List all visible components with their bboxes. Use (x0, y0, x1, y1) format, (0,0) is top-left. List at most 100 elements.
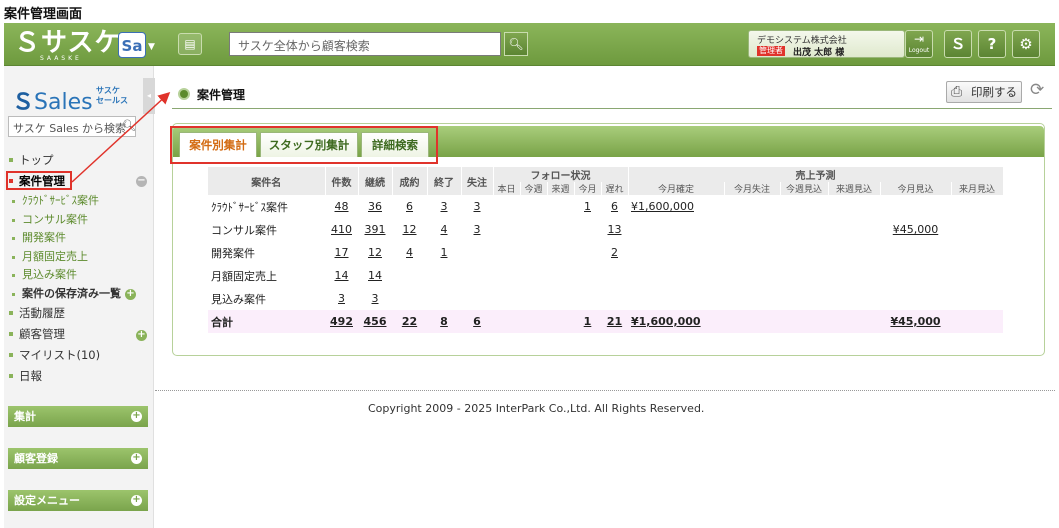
cell-today (493, 264, 520, 287)
search-icon[interactable]: 🔍︎ (504, 32, 528, 56)
expand-plus-icon[interactable]: + (136, 330, 147, 341)
cell-count[interactable]: 410 (325, 218, 358, 241)
sidebar-section-aggregate[interactable]: 集計 + (8, 406, 148, 427)
cell-next-week-est (828, 264, 880, 287)
sidebar-item-mylist[interactable]: マイリスト(10) (4, 345, 154, 366)
cell-next-week-est (828, 310, 880, 333)
cell-closed[interactable]: 3 (427, 195, 461, 218)
cell-next-week (547, 218, 574, 241)
printer-icon: ⎙ (951, 84, 963, 100)
sidebar-subitem[interactable]: 月額固定売上 (4, 248, 154, 267)
bullet-icon (9, 158, 13, 162)
tab-staff-summary[interactable]: スタッフ別集計 (260, 132, 358, 157)
bullet-icon (9, 179, 13, 183)
sidebar-subitem-label: コンサル案件 (22, 212, 88, 226)
cell-won[interactable]: 4 (392, 241, 427, 264)
sidebar-subitem[interactable]: 見込み案件 (4, 266, 154, 285)
sales-logo[interactable]: ＳSales (12, 84, 93, 116)
chevron-down-icon[interactable]: ▼ (148, 42, 155, 52)
cell-count[interactable]: 3 (325, 287, 358, 310)
cell-late[interactable]: 2 (601, 241, 628, 264)
expand-plus-icon[interactable]: + (125, 288, 136, 300)
cell-count[interactable]: 17 (325, 241, 358, 264)
cell-late[interactable]: 6 (601, 195, 628, 218)
admin-badge: 管理者 (757, 46, 785, 56)
row-name: ｸﾗｳﾄﾞｻｰﾋﾞｽ案件 (211, 200, 288, 214)
sidebar-item-top[interactable]: トップ (4, 150, 154, 171)
cell-month-est[interactable]: ¥45,000 (880, 310, 951, 333)
tab-advanced-search[interactable]: 詳細検索 (361, 132, 429, 157)
sidebar-subitem-label: 開発案件 (22, 231, 66, 244)
cell-ongoing[interactable]: 36 (358, 195, 392, 218)
cell-lost[interactable]: 3 (461, 218, 493, 241)
saaske-s-icon[interactable]: Ｓ (944, 30, 972, 58)
chat-icon[interactable]: ▤ (178, 33, 202, 55)
cell-closed[interactable]: 1 (427, 241, 461, 264)
cell-closed[interactable]: 8 (427, 310, 461, 333)
saaske-logo[interactable]: Ｓサスケ (14, 29, 122, 57)
cell-late[interactable]: 13 (601, 218, 628, 241)
sidebar-item-label: マイリスト(10) (19, 348, 101, 362)
col-subheader: 今週見込 (780, 182, 829, 195)
col-subheader: 本日 (493, 182, 521, 195)
sidebar-section-settings[interactable]: 設定メニュー + (8, 490, 148, 511)
cell-won[interactable]: 6 (392, 195, 427, 218)
sidebar-item-deals[interactable]: 案件管理 − (4, 171, 154, 192)
sidebar-subitem[interactable]: コンサル案件 (4, 211, 154, 230)
col-group-header: フォロー状況 (493, 167, 629, 182)
cell-month-lost (724, 287, 780, 310)
sidebar-item-label: 案件管理 (19, 174, 65, 188)
row-name: 開発案件 (211, 246, 255, 260)
cell-ongoing[interactable]: 12 (358, 241, 392, 264)
cell-month-est[interactable]: ¥45,000 (880, 218, 951, 241)
col-subheader: 今月確定 (628, 182, 725, 195)
gear-icon[interactable]: ⚙ (1012, 30, 1040, 58)
cell-lost[interactable]: 6 (461, 310, 493, 333)
cell-ongoing[interactable]: 391 (358, 218, 392, 241)
expand-plus-icon: + (131, 494, 142, 506)
sales-logo-subtitle: サスケ セールス (96, 86, 128, 106)
section-label: 設定メニュー (14, 494, 80, 507)
cell-count[interactable]: 14 (325, 264, 358, 287)
cell-closed[interactable]: 4 (427, 218, 461, 241)
sidebar-saved-list[interactable]: 案件の保存済み一覧 + (4, 285, 154, 304)
sidebar-item-activity[interactable]: 活動履歴 (4, 303, 154, 324)
sidebar-item-customers[interactable]: 顧客管理 + (4, 324, 154, 345)
cell-month[interactable]: 1 (574, 310, 601, 333)
sidebar-section-customer-register[interactable]: 顧客登録 + (8, 448, 148, 469)
refresh-icon[interactable]: ⟳ (1030, 80, 1044, 100)
cell-count[interactable]: 492 (325, 310, 358, 333)
sidebar-subitem-label: 案件の保存済み一覧 (22, 286, 121, 300)
sidebar-item-label: 活動履歴 (19, 306, 65, 320)
cell-month-fixed[interactable]: ¥1,600,000 (628, 310, 724, 333)
collapse-minus-icon[interactable]: − (136, 176, 147, 187)
cell-count[interactable]: 48 (325, 195, 358, 218)
col-subheader: 今月 (574, 182, 602, 195)
cell-won[interactable]: 22 (392, 310, 427, 333)
sidebar-search-input[interactable]: サスケ Sales から検索 (8, 116, 136, 137)
tab-deal-summary[interactable]: 案件別集計 (179, 132, 257, 157)
sidebar-subitem[interactable]: ｸﾗｳﾄﾞｻｰﾋﾞｽ案件 (4, 192, 154, 211)
search-icon[interactable]: 🔍︎ (122, 119, 136, 132)
title-divider (172, 108, 1052, 109)
cell-late[interactable]: 21 (601, 310, 628, 333)
cell-month-fixed (628, 287, 724, 310)
global-search-input[interactable]: サスケ全体から顧客検索 (229, 32, 501, 56)
sidebar-collapse-icon[interactable]: ◂ (143, 78, 155, 114)
cell-month-lost (724, 264, 780, 287)
logout-button[interactable]: ⇥ Logout (905, 30, 933, 58)
cell-ongoing[interactable]: 3 (358, 287, 392, 310)
cell-won[interactable]: 12 (392, 218, 427, 241)
sidebar-item-daily-report[interactable]: 日報 (4, 366, 154, 387)
cell-ongoing[interactable]: 456 (358, 310, 392, 333)
help-icon[interactable]: ? (978, 30, 1006, 58)
cell-today (493, 310, 520, 333)
app-switcher-icon[interactable]: Sa (118, 32, 146, 58)
cell-lost[interactable]: 3 (461, 195, 493, 218)
cell-month-fixed[interactable]: ¥1,600,000 (628, 195, 724, 218)
cell-month[interactable]: 1 (574, 195, 601, 218)
sidebar-subitem[interactable]: 開発案件 (4, 229, 154, 248)
cell-next-week (547, 310, 574, 333)
section-label: 顧客登録 (14, 452, 58, 465)
cell-ongoing[interactable]: 14 (358, 264, 392, 287)
